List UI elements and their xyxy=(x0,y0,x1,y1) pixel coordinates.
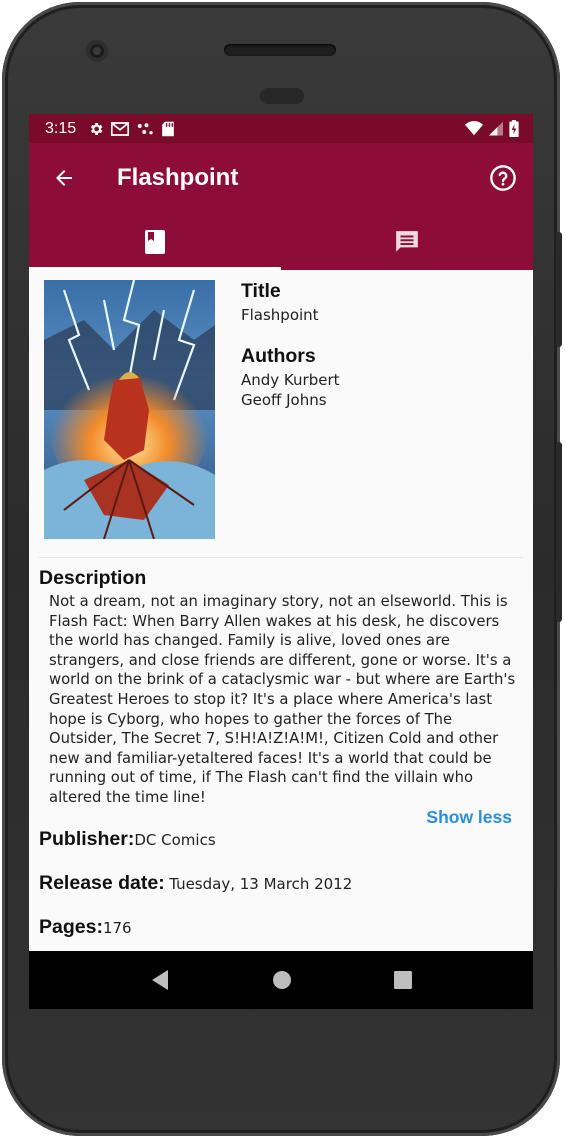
signal-icon xyxy=(489,121,503,136)
publisher-value: DC Comics xyxy=(134,831,216,849)
pages-value: 176 xyxy=(102,919,132,937)
volume-button xyxy=(556,442,562,622)
battery-icon xyxy=(509,120,519,137)
description-label: Description xyxy=(39,567,147,589)
home-nav-icon[interactable] xyxy=(272,970,292,990)
status-bar: 3:15 xyxy=(29,114,533,143)
arrow-back-icon xyxy=(56,170,72,186)
show-less-button[interactable]: Show less xyxy=(426,807,512,828)
app-screen: 3:15 Flashpoint Title Flashpoint Authors… xyxy=(29,114,533,1009)
divider xyxy=(39,557,523,558)
page-title: Flashpoint xyxy=(117,164,239,191)
active-tab-indicator xyxy=(29,267,281,270)
earpiece-speaker xyxy=(224,44,336,56)
app-bar: Flashpoint xyxy=(29,143,533,213)
comment-icon xyxy=(396,230,418,252)
publisher-label: Publisher: xyxy=(39,828,135,850)
release-date-row: Release date: Tuesday, 13 March 2012 xyxy=(39,872,352,895)
navigation-bar xyxy=(29,951,533,1009)
release-date-label: Release date: xyxy=(39,872,165,894)
dots-icon xyxy=(137,122,153,134)
tab-comments[interactable] xyxy=(281,213,533,270)
publisher-row: Publisher:DC Comics xyxy=(39,828,216,851)
author-name: Andy Kurbert xyxy=(241,371,340,389)
help-icon xyxy=(490,165,516,191)
release-date-value: Tuesday, 13 March 2012 xyxy=(169,875,353,893)
recents-nav-icon[interactable] xyxy=(394,971,412,989)
author-name: Geoff Johns xyxy=(241,391,327,409)
pages-row: Pages:176 xyxy=(39,916,132,939)
proximity-sensor xyxy=(260,88,304,104)
settings-icon xyxy=(91,122,103,135)
wifi-icon xyxy=(465,121,483,136)
front-camera xyxy=(86,40,108,62)
tab-bar xyxy=(29,213,533,270)
power-button xyxy=(556,232,562,347)
pages-label: Pages: xyxy=(39,916,103,938)
book-info: Title Flashpoint Authors Andy Kurbert Ge… xyxy=(241,280,521,410)
book-title: Flashpoint xyxy=(241,306,319,324)
back-nav-icon[interactable] xyxy=(150,969,170,991)
gmail-icon xyxy=(111,121,130,136)
sd-card-icon xyxy=(162,121,174,136)
title-label: Title xyxy=(241,280,281,302)
back-button[interactable] xyxy=(33,143,95,213)
help-button[interactable] xyxy=(475,143,531,213)
status-time: 3:15 xyxy=(45,119,77,137)
authors-label: Authors xyxy=(241,345,316,367)
tab-details[interactable] xyxy=(29,213,281,270)
description-text: Not a dream, not an imaginary story, not… xyxy=(49,593,516,806)
book-cover-image xyxy=(44,280,215,539)
book-icon xyxy=(145,229,165,254)
